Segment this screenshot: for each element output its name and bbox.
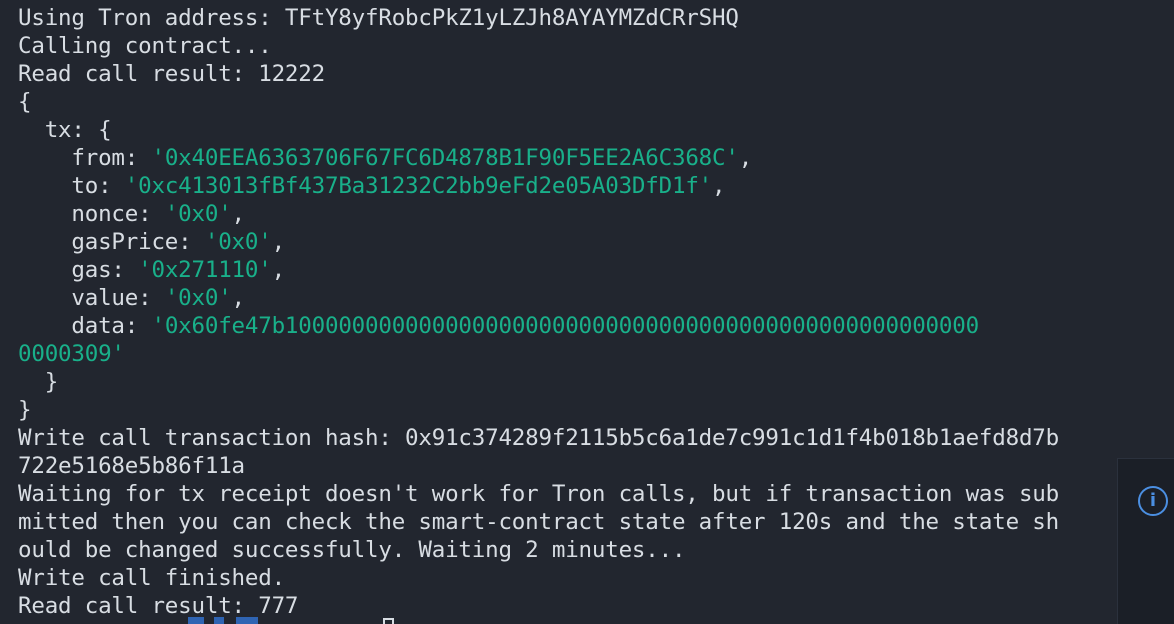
- output-text: gas:: [18, 257, 139, 283]
- terminal-line: }: [18, 368, 1118, 396]
- output-text: {: [18, 89, 32, 115]
- output-text: tx: {: [18, 117, 112, 143]
- output-text: }: [18, 369, 59, 395]
- output-text: Read call result: 12222: [18, 61, 325, 87]
- string-literal: '0x271110': [138, 257, 272, 283]
- output-text: ,: [271, 229, 286, 255]
- output-text: ,: [712, 173, 726, 199]
- terminal-output: Using Tron address: TFtY8yfRobcPkZ1yLZJh…: [18, 4, 1118, 620]
- terminal-line: 722e5168e5b86f11a: [18, 452, 1118, 480]
- terminal-line: Using Tron address: TFtY8yfRobcPkZ1yLZJh…: [18, 4, 1118, 32]
- next-prompt-fragment: [188, 617, 204, 624]
- string-literal: '0x0': [204, 229, 272, 255]
- output-text: data:: [18, 313, 152, 339]
- terminal-line: tx: {: [18, 116, 1118, 144]
- output-text: }: [18, 397, 32, 423]
- terminal-cursor: [383, 618, 394, 624]
- string-literal: '0x0': [164, 285, 232, 311]
- terminal-line: nonce: '0x0',: [18, 200, 1118, 228]
- terminal-line: ould be changed successfully. Waiting 2 …: [18, 536, 1118, 564]
- string-literal: '0x0': [164, 201, 232, 227]
- terminal-line: from: '0x40EEA6363706F67FC6D4878B1F90F5E…: [18, 144, 1118, 172]
- output-text: Write call finished.: [18, 565, 285, 591]
- terminal-line: gasPrice: '0x0',: [18, 228, 1118, 256]
- output-text: ,: [231, 285, 246, 311]
- info-icon[interactable]: i: [1138, 486, 1168, 516]
- terminal-line: Read call result: 777: [18, 592, 1118, 620]
- output-text: Read call result: 777: [18, 593, 299, 619]
- output-text: to:: [18, 173, 125, 199]
- terminal-window[interactable]: Using Tron address: TFtY8yfRobcPkZ1yLZJh…: [0, 0, 1174, 624]
- output-text: ould be changed successfully. Waiting 2 …: [18, 537, 686, 563]
- terminal-line: Write call finished.: [18, 564, 1118, 592]
- output-text: Waiting for tx receipt doesn't work for …: [18, 481, 1059, 507]
- output-text: Write call transaction hash: 0x91c374289…: [18, 425, 1059, 451]
- terminal-line: Calling contract...: [18, 32, 1118, 60]
- output-text: 722e5168e5b86f11a: [18, 453, 245, 479]
- output-text: value:: [18, 285, 165, 311]
- terminal-line: gas: '0x271110',: [18, 256, 1118, 284]
- terminal-line: }: [18, 396, 1118, 424]
- side-panel: [1117, 458, 1174, 624]
- terminal-line: {: [18, 88, 1118, 116]
- terminal-line: to: '0xc413013fBf437Ba31232C2bb9eFd2e05A…: [18, 172, 1118, 200]
- string-literal: 0000309': [18, 341, 125, 367]
- terminal-line: data: '0x60fe47b100000000000000000000000…: [18, 312, 1118, 340]
- output-text: from:: [18, 145, 152, 171]
- string-literal: '0xc413013fBf437Ba31232C2bb9eFd2e05A03Df…: [124, 173, 713, 199]
- terminal-line: Read call result: 12222: [18, 60, 1118, 88]
- string-literal: '0x40EEA6363706F67FC6D4878B1F90F5EE2A6C3…: [151, 145, 739, 171]
- terminal-line: Waiting for tx receipt doesn't work for …: [18, 480, 1118, 508]
- output-text: Using Tron address: TFtY8yfRobcPkZ1yLZJh…: [18, 5, 739, 31]
- string-literal: '0x60fe47b100000000000000000000000000000…: [151, 313, 979, 339]
- terminal-line: 0000309': [18, 340, 1118, 368]
- output-text: nonce:: [18, 201, 165, 227]
- output-text: ,: [271, 257, 286, 283]
- output-text: mitted then you can check the smart-cont…: [18, 509, 1059, 535]
- terminal-line: Write call transaction hash: 0x91c374289…: [18, 424, 1118, 452]
- output-text: ,: [231, 201, 246, 227]
- terminal-line: value: '0x0',: [18, 284, 1118, 312]
- output-text: Calling contract...: [18, 33, 272, 59]
- terminal-line: mitted then you can check the smart-cont…: [18, 508, 1118, 536]
- output-text: gasPrice:: [18, 229, 205, 255]
- next-prompt-fragment: [214, 617, 224, 624]
- output-text: ,: [738, 145, 753, 171]
- next-prompt-fragment: [236, 617, 258, 624]
